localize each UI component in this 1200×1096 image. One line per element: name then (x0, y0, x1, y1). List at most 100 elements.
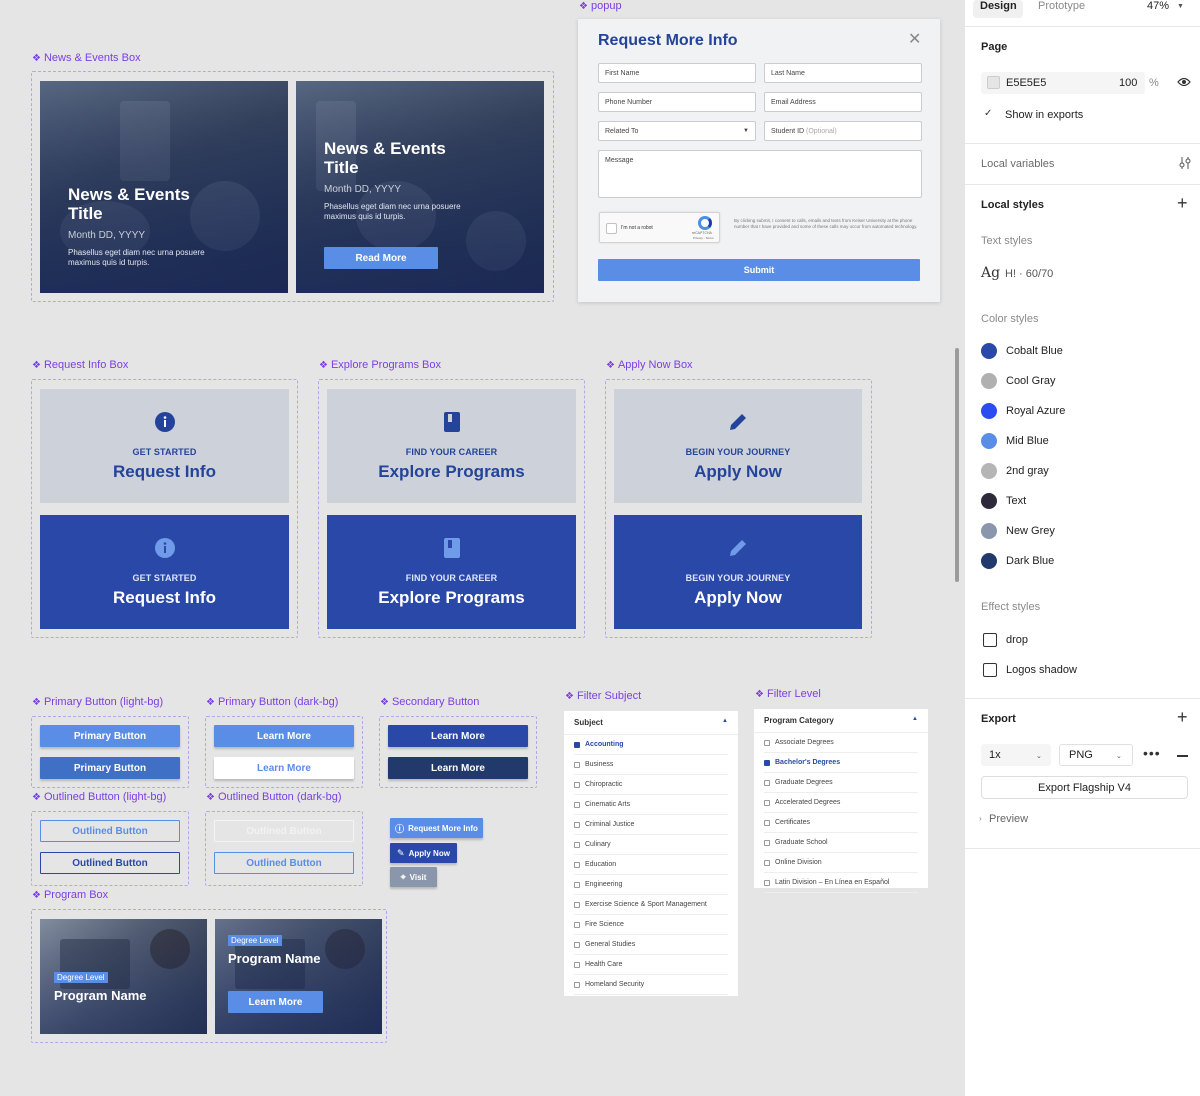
color-swatch[interactable] (981, 433, 997, 449)
color-swatch[interactable] (981, 493, 997, 509)
request-info-tile-light[interactable]: GET STARTED Request Info (40, 389, 289, 503)
color-style-name[interactable]: Text (1006, 495, 1026, 507)
program-card-1[interactable]: Degree Level Program Name (40, 919, 207, 1034)
export-scale-value[interactable]: 1x (989, 749, 1001, 761)
secondary-learn-more-button-hover[interactable]: Learn More (388, 757, 528, 779)
primary-button[interactable]: Primary Button (40, 725, 180, 747)
color-swatch[interactable] (981, 523, 997, 539)
color-style-name[interactable]: 2nd gray (1006, 465, 1049, 477)
primary-button-hover[interactable]: Primary Button (40, 757, 180, 779)
export-button[interactable]: Export Flagship V4 (981, 776, 1188, 799)
checkbox[interactable] (574, 781, 580, 788)
remove-export-icon[interactable] (1177, 755, 1188, 757)
frame-label-program-box[interactable]: ❖ Program Box (32, 889, 108, 901)
color-swatch[interactable] (981, 553, 997, 569)
apply-now-button[interactable]: ✎ Apply Now (390, 843, 457, 863)
filter-option[interactable]: Certificates (764, 813, 918, 833)
canvas-scrollbar[interactable] (955, 348, 959, 582)
sliders-icon[interactable] (1178, 156, 1192, 170)
export-format-value[interactable]: PNG (1069, 749, 1093, 761)
learn-more-button-hover[interactable]: Learn More (214, 757, 354, 779)
color-style-name[interactable]: Cobalt Blue (1006, 345, 1063, 357)
checkbox[interactable] (574, 981, 580, 988)
filter-option[interactable]: Bachelor's Degrees (764, 753, 918, 773)
filter-option[interactable]: Online Division (764, 853, 918, 873)
eye-icon[interactable] (1177, 75, 1191, 89)
phone-field[interactable]: Phone Number (598, 92, 756, 112)
page-color-value[interactable]: E5E5E5 (1006, 77, 1046, 89)
apply-now-tile-light[interactable]: BEGIN YOUR JOURNEY Apply Now (614, 389, 862, 503)
filter-option[interactable]: Latin Division – En Línea en Español (764, 873, 918, 893)
color-style-name[interactable]: Royal Azure (1006, 405, 1065, 417)
checkbox[interactable] (574, 821, 580, 828)
frame-label-secondary[interactable]: ❖ Secondary Button (380, 696, 479, 708)
close-icon[interactable]: ✕ (908, 32, 921, 48)
filter-subject-header[interactable]: Subject ▲ (564, 711, 738, 735)
filter-option[interactable]: Chiropractic (574, 775, 728, 795)
learn-more-button[interactable]: Learn More (214, 725, 354, 747)
filter-option[interactable]: Homeland Security (574, 975, 728, 995)
filter-option[interactable]: Education (574, 855, 728, 875)
checkbox[interactable] (764, 799, 770, 806)
outlined-button-dark[interactable]: Outlined Button (214, 820, 354, 842)
checkbox[interactable] (574, 761, 580, 768)
apply-now-tile-dark[interactable]: BEGIN YOUR JOURNEY Apply Now (614, 515, 862, 629)
related-to-select[interactable]: Related To ▼ (598, 121, 756, 141)
frame-label-outlined-dark[interactable]: ❖ Outlined Button (dark-bg) (206, 791, 341, 803)
checkbox[interactable] (764, 819, 770, 826)
request-info-tile-dark[interactable]: GET STARTED Request Info (40, 515, 289, 629)
checkbox-checked[interactable] (764, 759, 770, 766)
color-style-name[interactable]: Dark Blue (1006, 555, 1054, 567)
color-swatch[interactable] (981, 343, 997, 359)
submit-button[interactable]: Submit (598, 259, 920, 281)
color-style-name[interactable]: New Grey (1006, 525, 1055, 537)
page-opacity-value[interactable]: 100 (1119, 77, 1137, 89)
checkbox[interactable] (574, 861, 580, 868)
filter-option[interactable]: Exercise Science & Sport Management (574, 895, 728, 915)
frame-label-explore-programs[interactable]: ❖ Explore Programs Box (319, 359, 441, 371)
news-card-2[interactable]: News & Events Title Month DD, YYYY Phase… (296, 81, 544, 293)
filter-option[interactable]: Cinematic Arts (574, 795, 728, 815)
captcha-checkbox[interactable] (606, 223, 617, 234)
filter-option[interactable]: Graduate Degrees (764, 773, 918, 793)
frame-label-request-info[interactable]: ❖ Request Info Box (32, 359, 128, 371)
explore-programs-tile-dark[interactable]: FIND YOUR CAREER Explore Programs (327, 515, 576, 629)
read-more-button[interactable]: Read More (324, 247, 438, 269)
color-swatch[interactable] (981, 463, 997, 479)
filter-option[interactable]: Health Care (574, 955, 728, 975)
color-swatch[interactable] (981, 403, 997, 419)
recaptcha-box[interactable]: I'm not a robot reCAPTCHA Privacy - Term… (599, 212, 720, 243)
checkbox[interactable] (574, 961, 580, 968)
effect-style-icon[interactable] (983, 663, 997, 677)
frame-label-primary-light[interactable]: ❖ Primary Button (light-bg) (32, 696, 163, 708)
add-export-icon[interactable]: + (1177, 707, 1188, 727)
filter-option[interactable]: Associate Degrees (764, 733, 918, 753)
explore-programs-tile-light[interactable]: FIND YOUR CAREER Explore Programs (327, 389, 576, 503)
first-name-field[interactable]: First Name (598, 63, 756, 83)
frame-label-primary-dark[interactable]: ❖ Primary Button (dark-bg) (206, 696, 338, 708)
filter-option[interactable]: Graduate School (764, 833, 918, 853)
filter-option[interactable]: General Studies (574, 935, 728, 955)
tab-design[interactable]: Design (980, 0, 1017, 12)
checkbox[interactable] (764, 779, 770, 786)
visit-button[interactable]: ⌖ Visit (390, 867, 437, 887)
filter-option[interactable]: Accounting (574, 735, 728, 755)
frame-label-filter-subject[interactable]: ❖ Filter Subject (565, 690, 641, 702)
request-more-info-button[interactable]: ⓘ Request More Info (390, 818, 483, 838)
checkbox-checked[interactable] (574, 741, 580, 748)
filter-option[interactable]: Business (574, 755, 728, 775)
color-style-name[interactable]: Mid Blue (1006, 435, 1049, 447)
chevron-down-icon[interactable]: ▼ (1177, 3, 1184, 10)
effect-style-name[interactable]: Logos shadow (1006, 664, 1077, 676)
frame-label-outlined-light[interactable]: ❖ Outlined Button (light-bg) (32, 791, 166, 803)
outlined-button-dark-hover[interactable]: Outlined Button (214, 852, 354, 874)
secondary-learn-more-button[interactable]: Learn More (388, 725, 528, 747)
chevron-down-icon[interactable]: ⌄ (1116, 752, 1122, 760)
more-options-icon[interactable]: ••• (1143, 746, 1161, 760)
program-learn-more-button[interactable]: Learn More (228, 991, 323, 1013)
checkbox[interactable] (574, 841, 580, 848)
filter-option[interactable]: Accelerated Degrees (764, 793, 918, 813)
checkbox[interactable] (764, 839, 770, 846)
message-field[interactable]: Message (598, 150, 922, 198)
frame-label-popup[interactable]: ❖ popup (579, 0, 622, 12)
